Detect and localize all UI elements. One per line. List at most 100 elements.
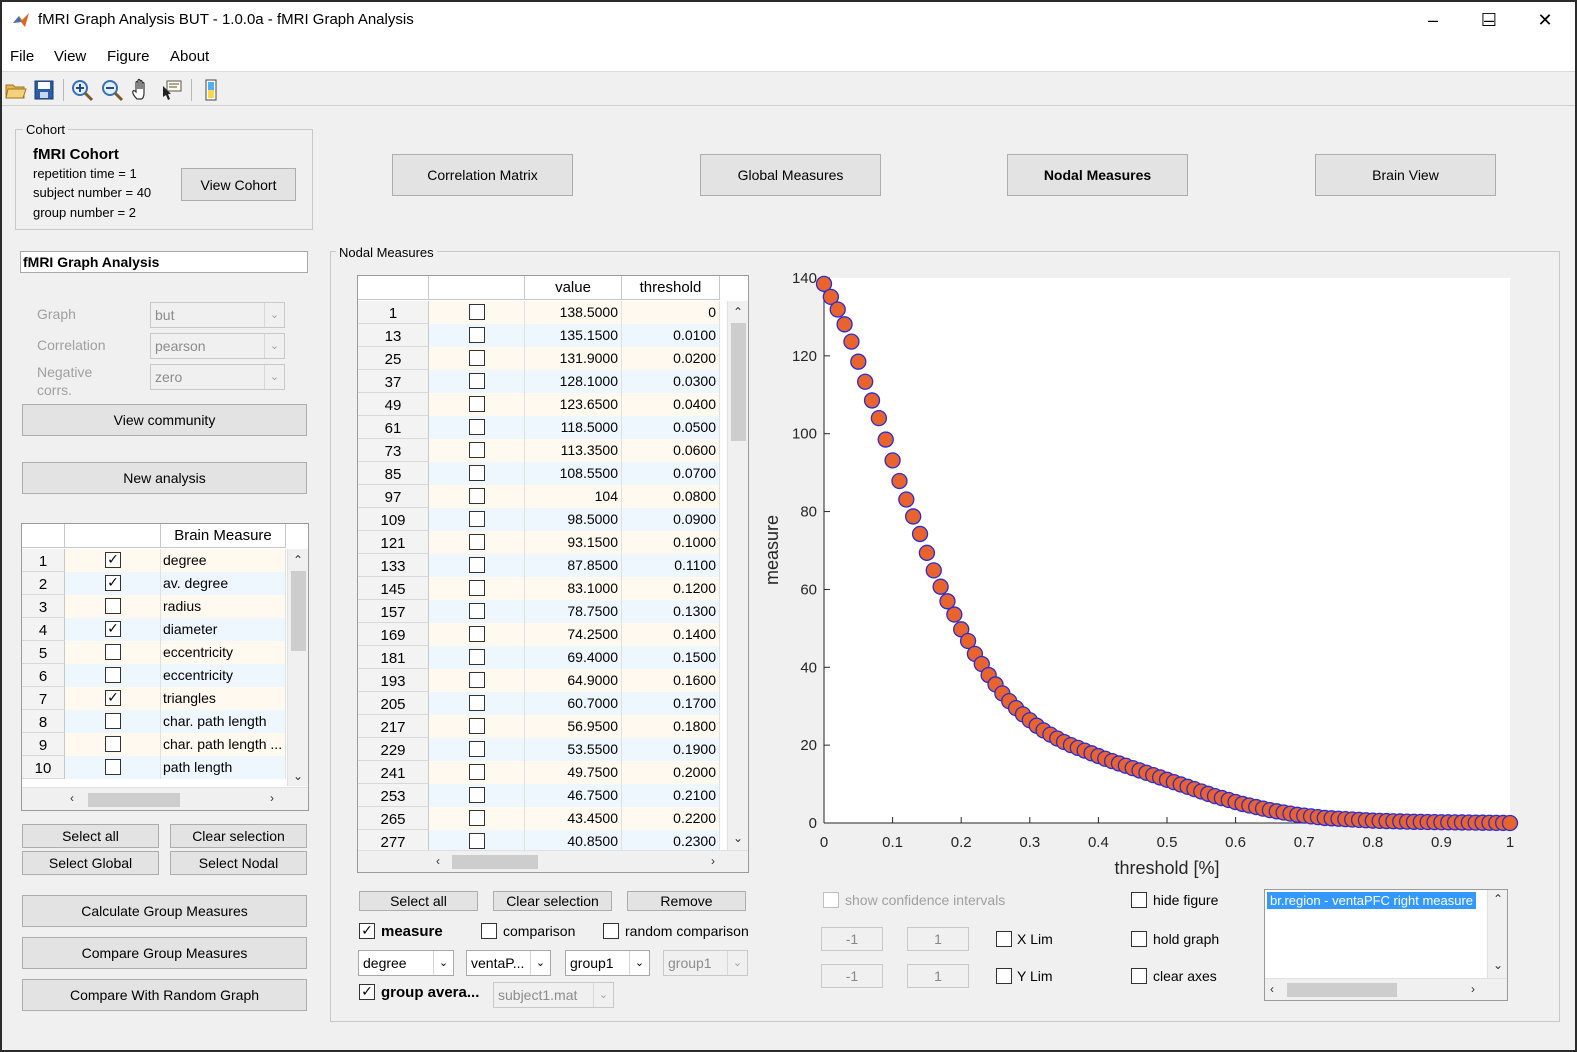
menu-file[interactable]: File bbox=[10, 48, 34, 65]
row-checkbox[interactable] bbox=[469, 465, 485, 481]
view-cohort-button[interactable]: View Cohort bbox=[181, 168, 296, 201]
subject-dropdown[interactable]: subject1.mat ⌄ bbox=[493, 982, 614, 1008]
horizontal-scrollbar[interactable]: ‹ › bbox=[1265, 978, 1507, 1000]
xlim-checkbox[interactable] bbox=[996, 931, 1012, 947]
vertical-scrollbar[interactable]: ⌃ ⌄ bbox=[287, 549, 308, 786]
pan-hand-icon[interactable] bbox=[130, 78, 154, 102]
row-checkbox[interactable] bbox=[469, 649, 485, 665]
horizontal-scrollbar[interactable]: ‹ › bbox=[22, 787, 308, 810]
scroll-down-icon[interactable]: ⌄ bbox=[1493, 958, 1503, 972]
row-checkbox[interactable] bbox=[469, 373, 485, 389]
table-row[interactable]: 61 118.5000 0.0500 bbox=[358, 416, 720, 439]
row-checkbox[interactable] bbox=[469, 580, 485, 596]
data-point[interactable] bbox=[836, 316, 853, 333]
data-point[interactable] bbox=[829, 301, 846, 318]
table-row[interactable]: 265 43.4500 0.2200 bbox=[358, 807, 720, 830]
table-row[interactable]: 1 ✓ degree bbox=[22, 549, 286, 572]
table-row[interactable]: 6 eccentricity bbox=[22, 664, 286, 687]
table-row[interactable]: 241 49.7500 0.2000 bbox=[358, 761, 720, 784]
row-checkbox[interactable] bbox=[469, 764, 485, 780]
nodal-select-all-button[interactable]: Select all bbox=[359, 891, 478, 911]
row-checkbox[interactable] bbox=[105, 644, 121, 660]
graph-dropdown[interactable]: but ⌄ bbox=[150, 302, 285, 328]
brain-view-button[interactable]: Brain View bbox=[1315, 154, 1496, 196]
colorbar-icon[interactable] bbox=[199, 78, 223, 102]
data-point[interactable] bbox=[946, 606, 963, 623]
group-average-checkbox[interactable]: ✓ bbox=[359, 984, 375, 1000]
hide-figure-checkbox[interactable] bbox=[1131, 892, 1147, 908]
clear-selection-button[interactable]: Clear selection bbox=[170, 824, 307, 848]
data-point[interactable] bbox=[891, 472, 908, 490]
xlim-max-field[interactable]: 1 bbox=[907, 927, 969, 951]
vertical-scrollbar[interactable]: ⌃ ⌄ bbox=[1487, 890, 1507, 978]
row-checkbox[interactable] bbox=[469, 833, 485, 849]
hold-graph-checkbox[interactable] bbox=[1131, 931, 1147, 947]
table-row[interactable]: 5 eccentricity bbox=[22, 641, 286, 664]
row-checkbox[interactable] bbox=[469, 557, 485, 573]
table-row[interactable]: 1 138.5000 0 bbox=[358, 301, 720, 324]
table-row[interactable]: 133 87.8500 0.1100 bbox=[358, 554, 720, 577]
data-cursor-icon[interactable] bbox=[160, 78, 184, 102]
scroll-left-icon[interactable]: ‹ bbox=[1270, 982, 1274, 996]
data-point[interactable] bbox=[898, 491, 915, 508]
scroll-up-icon[interactable]: ⌃ bbox=[293, 553, 303, 567]
table-row[interactable]: 49 123.6500 0.0400 bbox=[358, 393, 720, 416]
row-checkbox[interactable] bbox=[105, 667, 121, 683]
scroll-thumb[interactable] bbox=[1287, 983, 1397, 997]
data-point[interactable] bbox=[1501, 814, 1519, 832]
table-row[interactable]: 181 69.4000 0.1500 bbox=[358, 646, 720, 669]
table-row[interactable]: 205 60.7000 0.1700 bbox=[358, 692, 720, 715]
table-row[interactable]: 3 radius bbox=[22, 595, 286, 618]
row-checkbox[interactable]: ✓ bbox=[105, 552, 121, 568]
row-checkbox[interactable]: ✓ bbox=[105, 690, 121, 706]
row-checkbox[interactable] bbox=[469, 534, 485, 550]
correlation-dropdown[interactable]: pearson ⌄ bbox=[150, 333, 285, 359]
table-row[interactable]: 37 128.1000 0.0300 bbox=[358, 370, 720, 393]
table-row[interactable]: 229 53.5500 0.1900 bbox=[358, 738, 720, 761]
zoom-in-icon[interactable] bbox=[70, 78, 94, 102]
view-community-button[interactable]: View community bbox=[22, 404, 307, 436]
open-folder-icon[interactable] bbox=[4, 78, 28, 102]
group2-dropdown[interactable]: group1 ⌄ bbox=[663, 950, 748, 976]
plotted-lines-listbox[interactable]: br.region - ventaPFC right measure ⌃ ⌄ ‹… bbox=[1264, 889, 1508, 1001]
select-global-button[interactable]: Select Global bbox=[22, 851, 159, 875]
menu-view[interactable]: View bbox=[54, 48, 86, 65]
row-checkbox[interactable] bbox=[469, 603, 485, 619]
select-all-button[interactable]: Select all bbox=[22, 824, 159, 848]
measure-dropdown[interactable]: degree ⌄ bbox=[358, 950, 454, 976]
row-checkbox[interactable] bbox=[469, 810, 485, 826]
negative-corrs-dropdown[interactable]: zero ⌄ bbox=[150, 364, 285, 390]
data-point[interactable] bbox=[884, 452, 901, 469]
data-point[interactable] bbox=[925, 562, 942, 579]
scroll-left-icon[interactable]: ‹ bbox=[436, 854, 440, 868]
table-header-value[interactable]: value bbox=[525, 276, 622, 300]
scroll-left-icon[interactable]: ‹ bbox=[70, 791, 74, 805]
measure-threshold-plot[interactable]: 0 0.1 0.2 0.3 0.4 0.5 0.6 0.7 0.8 0.9 1 0 20 40 60 80 1… bbox=[752, 260, 1552, 885]
select-nodal-button[interactable]: Select Nodal bbox=[170, 851, 307, 875]
table-row[interactable]: 73 113.3500 0.0600 bbox=[358, 439, 720, 462]
scroll-up-icon[interactable]: ⌃ bbox=[1493, 892, 1503, 906]
data-point[interactable] bbox=[870, 409, 888, 427]
row-checkbox[interactable] bbox=[469, 419, 485, 435]
row-checkbox[interactable]: ✓ bbox=[105, 621, 121, 637]
table-row[interactable]: 145 83.1000 0.1200 bbox=[358, 577, 720, 600]
row-checkbox[interactable] bbox=[469, 741, 485, 757]
table-row[interactable]: 169 74.2500 0.1400 bbox=[358, 623, 720, 646]
data-point[interactable] bbox=[932, 578, 949, 595]
correlation-matrix-button[interactable]: Correlation Matrix bbox=[392, 154, 573, 196]
table-row[interactable]: 8 char. path length bbox=[22, 710, 286, 733]
menu-figure[interactable]: Figure bbox=[107, 48, 150, 65]
row-checkbox[interactable] bbox=[105, 736, 121, 752]
data-point[interactable] bbox=[843, 333, 860, 350]
group-dropdown[interactable]: group1 ⌄ bbox=[565, 950, 650, 976]
table-row[interactable]: 13 135.1500 0.0100 bbox=[358, 324, 720, 347]
data-point[interactable] bbox=[863, 392, 881, 409]
table-row[interactable]: 193 64.9000 0.1600 bbox=[358, 669, 720, 692]
compare-group-measures-button[interactable]: Compare Group Measures bbox=[22, 937, 307, 969]
table-row[interactable]: 85 108.5500 0.0700 bbox=[358, 462, 720, 485]
comparison-checkbox[interactable] bbox=[481, 923, 497, 939]
row-checkbox[interactable] bbox=[469, 695, 485, 711]
analysis-name-field[interactable]: fMRI Graph Analysis bbox=[20, 251, 308, 273]
table-row[interactable]: 97 104 0.0800 bbox=[358, 485, 720, 508]
scroll-thumb[interactable] bbox=[291, 571, 306, 651]
